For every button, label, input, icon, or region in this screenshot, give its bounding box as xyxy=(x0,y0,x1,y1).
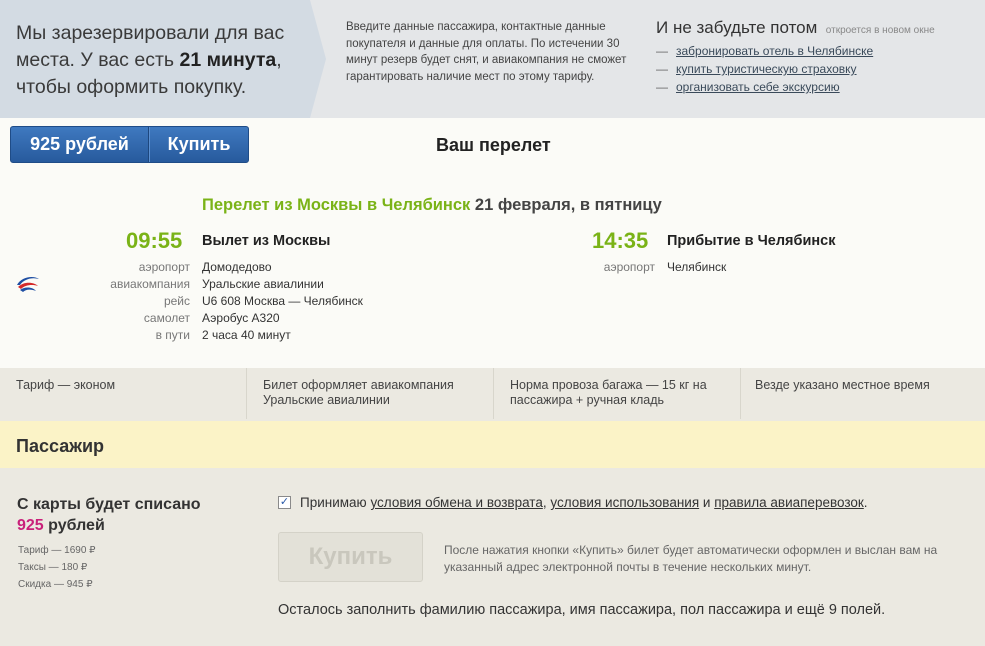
arrival-title: Прибытие в Челябинск xyxy=(667,233,836,249)
price-breakdown: Тариф — 1690 ₽ Таксы — 180 ₽ Скидка — 94… xyxy=(18,542,96,593)
flight-panel: 925 рублей Купить Ваш перелет Перелет из… xyxy=(0,118,985,368)
charge-amount: 925 xyxy=(17,517,44,534)
route-heading: Перелет из Москвы в Челябинск 21 февраля… xyxy=(202,196,662,215)
fact-baggage: Норма провоза багажа — 15 кг на пассажир… xyxy=(494,368,741,419)
breakdown-taxes: Таксы — 180 ₽ xyxy=(18,562,88,573)
price-buy-button[interactable]: 925 рублей Купить xyxy=(10,126,249,163)
final-buy-button[interactable]: Купить xyxy=(278,532,423,582)
exchange-terms-link[interactable]: условия обмена и возврата xyxy=(370,495,542,510)
breakdown-fare: Тариф — 1690 ₽ xyxy=(18,545,96,556)
passenger-title: Пассажир xyxy=(16,436,105,456)
buy-button[interactable]: Купить xyxy=(149,127,248,162)
fact-fare: Тариф — эконом xyxy=(0,368,247,419)
remember-links: — забронировать отель в Челябинске — купит… xyxy=(656,42,976,96)
usage-terms-link[interactable]: условия использования xyxy=(550,495,699,510)
remember-block: И не забудьте потом откроется в новом ок… xyxy=(656,18,976,96)
excursion-link[interactable]: организовать себе экскурсию xyxy=(676,80,840,94)
departure-flight-row: рейс U6 608 Москва — Челябинск xyxy=(163,294,363,308)
arrival-airport-row: аэропорт Челябинск xyxy=(603,260,727,274)
banner-arrow xyxy=(310,0,326,118)
charge-currency: рублей xyxy=(48,517,105,534)
page-title: Ваш перелет xyxy=(436,135,551,155)
passenger-section: Пассажир xyxy=(0,421,985,468)
flight-facts: Тариф — эконом Билет оформляет авиакомпа… xyxy=(0,368,985,419)
fact-issuer: Билет оформляет авиакомпания Уральские а… xyxy=(247,368,494,419)
airline-logo-icon xyxy=(17,277,39,292)
payment-section: С карты будет списано 925 рублей Тариф —… xyxy=(0,468,985,646)
route-name: Перелет из Москвы в Челябинск xyxy=(202,196,471,214)
route-date: 21 февраля, в пятницу xyxy=(474,196,662,214)
remember-note: откроется в новом окне xyxy=(825,25,935,36)
accept-terms-checkbox[interactable]: ✓ xyxy=(278,496,291,509)
remember-item: — забронировать отель в Челябинске xyxy=(656,44,874,58)
departure-airline-row: авиакомпания Уральские авиалинии xyxy=(110,277,324,291)
book-hotel-link[interactable]: забронировать отель в Челябинске xyxy=(676,44,873,58)
buy-note: После нажатия кнопки «Купить» билет буде… xyxy=(444,543,938,574)
departure-time: 09:55 xyxy=(126,228,183,253)
price-label[interactable]: 925 рублей xyxy=(11,127,149,162)
fact-local-time: Везде указано местное время xyxy=(755,378,930,392)
reservation-message: Мы зарезервировали для вас места. У вас … xyxy=(16,22,285,98)
charge-label: С карты будет списано xyxy=(17,496,201,513)
departure-duration-row: в пути 2 часа 40 минут xyxy=(155,328,291,342)
departure-title: Вылет из Москвы xyxy=(202,233,331,249)
remember-item: — купить туристическую страховку xyxy=(656,62,857,76)
reservation-banner: Мы зарезервировали для вас места. У вас … xyxy=(0,0,985,118)
remaining-fields-message: Осталось заполнить фамилию пассажира, им… xyxy=(278,602,886,618)
departure-aircraft-row: самолет Аэробус А320 xyxy=(143,311,280,325)
terms-acceptance: ✓ Принимаю условия обмена и возврата, ус… xyxy=(278,495,868,510)
remember-item: — организовать себе экскурсию xyxy=(656,80,840,94)
breakdown-discount: Скидка — 945 ₽ xyxy=(18,579,93,590)
reservation-timer: 21 минута xyxy=(179,49,277,71)
charge-summary: С карты будет списано 925 рублей xyxy=(17,494,257,536)
remember-title: И не забудьте потом xyxy=(656,18,818,37)
buy-insurance-link[interactable]: купить туристическую страховку xyxy=(676,62,857,76)
arrival-time: 14:35 xyxy=(592,228,649,253)
reservation-instructions: Введите данные пассажира, контактные дан… xyxy=(346,21,627,83)
carriage-rules-link[interactable]: правила авиаперевозок xyxy=(714,495,864,510)
